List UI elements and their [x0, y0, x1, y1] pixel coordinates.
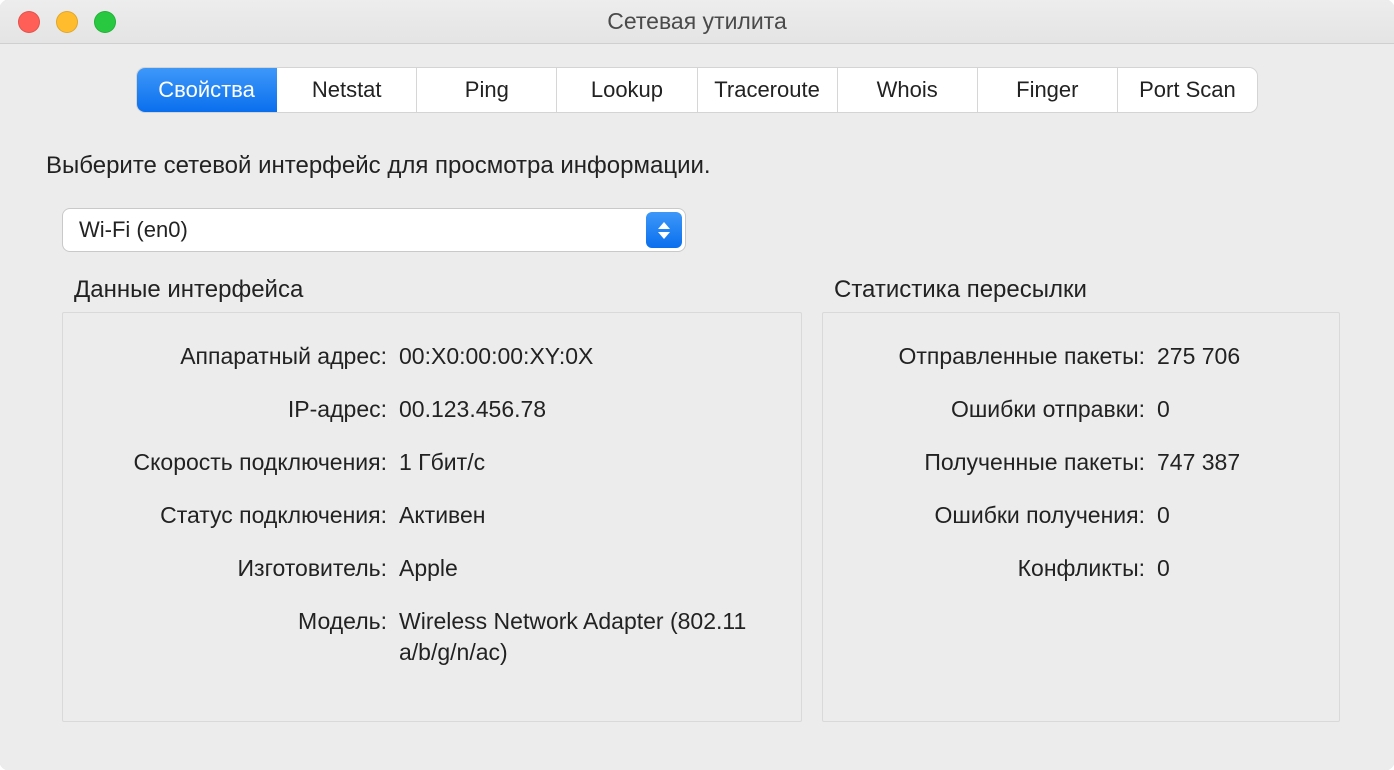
vendor-label: Изготовитель:	[87, 553, 399, 584]
sent-packets-label: Отправленные пакеты:	[847, 341, 1157, 372]
model-label: Модель:	[87, 606, 399, 668]
row-hardware-address: Аппаратный адрес: 00:X0:00:00:XY:0X	[87, 341, 777, 372]
tab-traceroute[interactable]: Traceroute	[698, 68, 838, 112]
interface-select[interactable]: Wi-Fi (en0)	[62, 208, 686, 252]
ip-address-value: 00.123.456.78	[399, 394, 777, 425]
sent-packets-value: 275 706	[1157, 341, 1315, 372]
row-recv-errors: Ошибки получения: 0	[847, 500, 1315, 531]
recv-errors-value: 0	[1157, 500, 1315, 531]
panels: Данные интерфейса Аппаратный адрес: 00:X…	[62, 276, 1358, 722]
recv-errors-label: Ошибки получения:	[847, 500, 1157, 531]
link-status-label: Статус подключения:	[87, 500, 399, 531]
interface-info-title: Данные интерфейса	[74, 276, 802, 304]
zoom-button[interactable]	[94, 11, 116, 33]
transfer-stats-title: Статистика пересылки	[834, 276, 1340, 304]
tabbar: Свойства Netstat Ping Lookup Traceroute …	[137, 68, 1257, 112]
recv-packets-value: 747 387	[1157, 447, 1315, 478]
traffic-lights	[18, 11, 116, 33]
link-speed-label: Скорость подключения:	[87, 447, 399, 478]
interface-select-wrap: Wi-Fi (en0)	[62, 208, 1358, 252]
send-errors-value: 0	[1157, 394, 1315, 425]
recv-packets-label: Полученные пакеты:	[847, 447, 1157, 478]
model-value: Wireless Network Adapter (802.11 a/b/g/n…	[399, 606, 777, 668]
chevron-updown-icon	[646, 212, 682, 248]
row-sent-packets: Отправленные пакеты: 275 706	[847, 341, 1315, 372]
row-link-status: Статус подключения: Активен	[87, 500, 777, 531]
interface-info-body: Аппаратный адрес: 00:X0:00:00:XY:0X IP-а…	[62, 312, 802, 722]
row-ip-address: IP-адрес: 00.123.456.78	[87, 394, 777, 425]
tab-ping[interactable]: Ping	[417, 68, 557, 112]
row-vendor: Изготовитель: Apple	[87, 553, 777, 584]
row-send-errors: Ошибки отправки: 0	[847, 394, 1315, 425]
send-errors-label: Ошибки отправки:	[847, 394, 1157, 425]
interface-select-value: Wi-Fi (en0)	[79, 217, 188, 243]
row-model: Модель: Wireless Network Adapter (802.11…	[87, 606, 777, 668]
tab-properties[interactable]: Свойства	[137, 68, 277, 112]
tab-netstat[interactable]: Netstat	[277, 68, 417, 112]
window-title: Сетевая утилита	[0, 8, 1394, 35]
collisions-label: Конфликты:	[847, 553, 1157, 584]
hardware-address-label: Аппаратный адрес:	[87, 341, 399, 372]
link-speed-value: 1 Гбит/с	[399, 447, 777, 478]
close-button[interactable]	[18, 11, 40, 33]
collisions-value: 0	[1157, 553, 1315, 584]
row-collisions: Конфликты: 0	[847, 553, 1315, 584]
tab-lookup[interactable]: Lookup	[557, 68, 697, 112]
titlebar: Сетевая утилита	[0, 0, 1394, 44]
vendor-value: Apple	[399, 553, 777, 584]
hardware-address-value: 00:X0:00:00:XY:0X	[399, 341, 777, 372]
minimize-button[interactable]	[56, 11, 78, 33]
row-recv-packets: Полученные пакеты: 747 387	[847, 447, 1315, 478]
row-link-speed: Скорость подключения: 1 Гбит/с	[87, 447, 777, 478]
transfer-stats-panel: Статистика пересылки Отправленные пакеты…	[822, 276, 1340, 722]
ip-address-label: IP-адрес:	[87, 394, 399, 425]
tab-portscan[interactable]: Port Scan	[1118, 68, 1257, 112]
app-window: Сетевая утилита Свойства Netstat Ping Lo…	[0, 0, 1394, 770]
interface-info-panel: Данные интерфейса Аппаратный адрес: 00:X…	[62, 276, 802, 722]
prompt-text: Выберите сетевой интерфейс для просмотра…	[46, 152, 1358, 180]
window-content: Свойства Netstat Ping Lookup Traceroute …	[0, 44, 1394, 750]
transfer-stats-body: Отправленные пакеты: 275 706 Ошибки отпр…	[822, 312, 1340, 722]
tab-whois[interactable]: Whois	[838, 68, 978, 112]
tab-finger[interactable]: Finger	[978, 68, 1118, 112]
link-status-value: Активен	[399, 500, 777, 531]
